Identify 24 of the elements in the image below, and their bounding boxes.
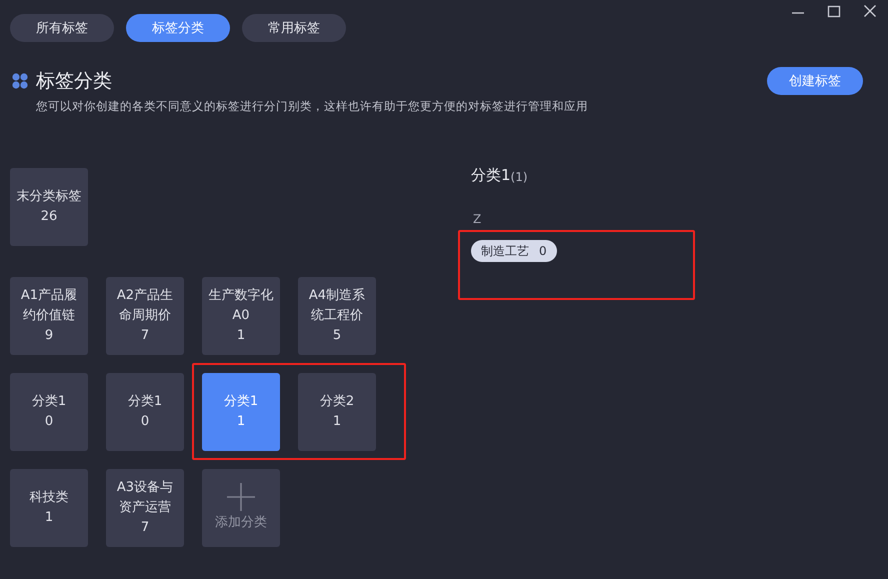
tab[interactable]: 常用标签 [242,14,346,42]
add-category-button[interactable]: 添加分类 [202,469,280,547]
category-tile[interactable]: 分类1 0 [10,373,88,451]
tag-count: (1) [510,170,528,184]
category-tile[interactable]: 末分类标签 26 [10,168,88,246]
minimize-icon [792,12,804,14]
category-tile[interactable]: 生产数字化A0 1 [202,277,280,355]
description: 您可以对你创建的各类不同意义的标签进行分门别类，这样也许有助于您更方便的对标签进行管理和应用 [36,99,589,114]
page-title: 标签分类 [36,69,113,94]
plus-icon [227,483,255,511]
tag-chip[interactable]: 制造工艺 0 [471,240,557,262]
close-icon [863,4,877,18]
category-tile[interactable]: A1产品履约价值链 9 [10,277,88,355]
maximize-icon [827,4,841,18]
index-letter: Z [473,212,482,226]
category-tile[interactable]: A2产品生命周期价 7 [106,277,184,355]
category-tile[interactable]: 科技类 1 [10,469,88,547]
tab[interactable]: 所有标签 [10,14,114,42]
category-tile[interactable]: 分类2 1 [298,373,376,451]
category-tile[interactable]: 分类1 0 [106,373,184,451]
category-tile[interactable]: A3设备与资产运营 7 [106,469,184,547]
category-icon [12,73,28,89]
category-title: 分类1 [471,166,511,185]
category-tile[interactable]: A4制造系统工程价 5 [298,277,376,355]
